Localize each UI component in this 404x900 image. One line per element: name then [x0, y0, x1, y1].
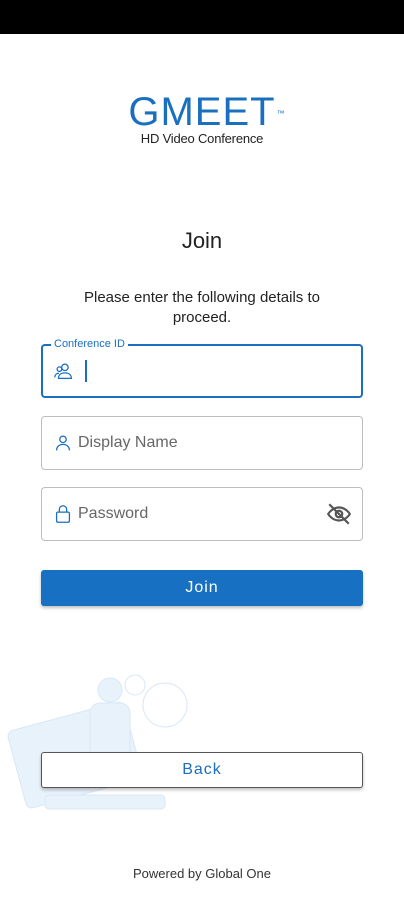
logo-title: GMEET ™: [128, 90, 284, 134]
user-icon: [55, 435, 71, 451]
conference-id-label: Conference ID: [51, 338, 128, 350]
logo-title-text: GMEET: [128, 90, 276, 134]
video-call-illustration: [7, 674, 188, 810]
footer-powered-by: Powered by Global One: [132, 866, 272, 881]
join-button[interactable]: Join: [41, 570, 363, 606]
back-button[interactable]: Back: [41, 752, 363, 788]
conference-id-field[interactable]: Conference ID: [41, 338, 363, 398]
eye-off-icon[interactable]: [326, 501, 352, 527]
logo-trademark: ™: [276, 109, 286, 118]
display-name-field[interactable]: [41, 416, 363, 470]
display-name-input[interactable]: [78, 434, 318, 452]
logo-subtitle: HD Video Conference: [140, 131, 264, 146]
status-bar: [0, 0, 404, 34]
page-title: Join: [181, 228, 223, 253]
instructions-text: Please enter the following details to pr…: [84, 289, 320, 326]
conference-id-input[interactable]: [79, 362, 317, 380]
app-logo: GMEET ™ HD Video Conference: [0, 92, 404, 146]
password-field[interactable]: [41, 487, 363, 541]
users-icon: [54, 363, 72, 379]
text-cursor: [85, 360, 87, 382]
lock-icon: [55, 505, 71, 523]
password-input[interactable]: [78, 505, 318, 523]
